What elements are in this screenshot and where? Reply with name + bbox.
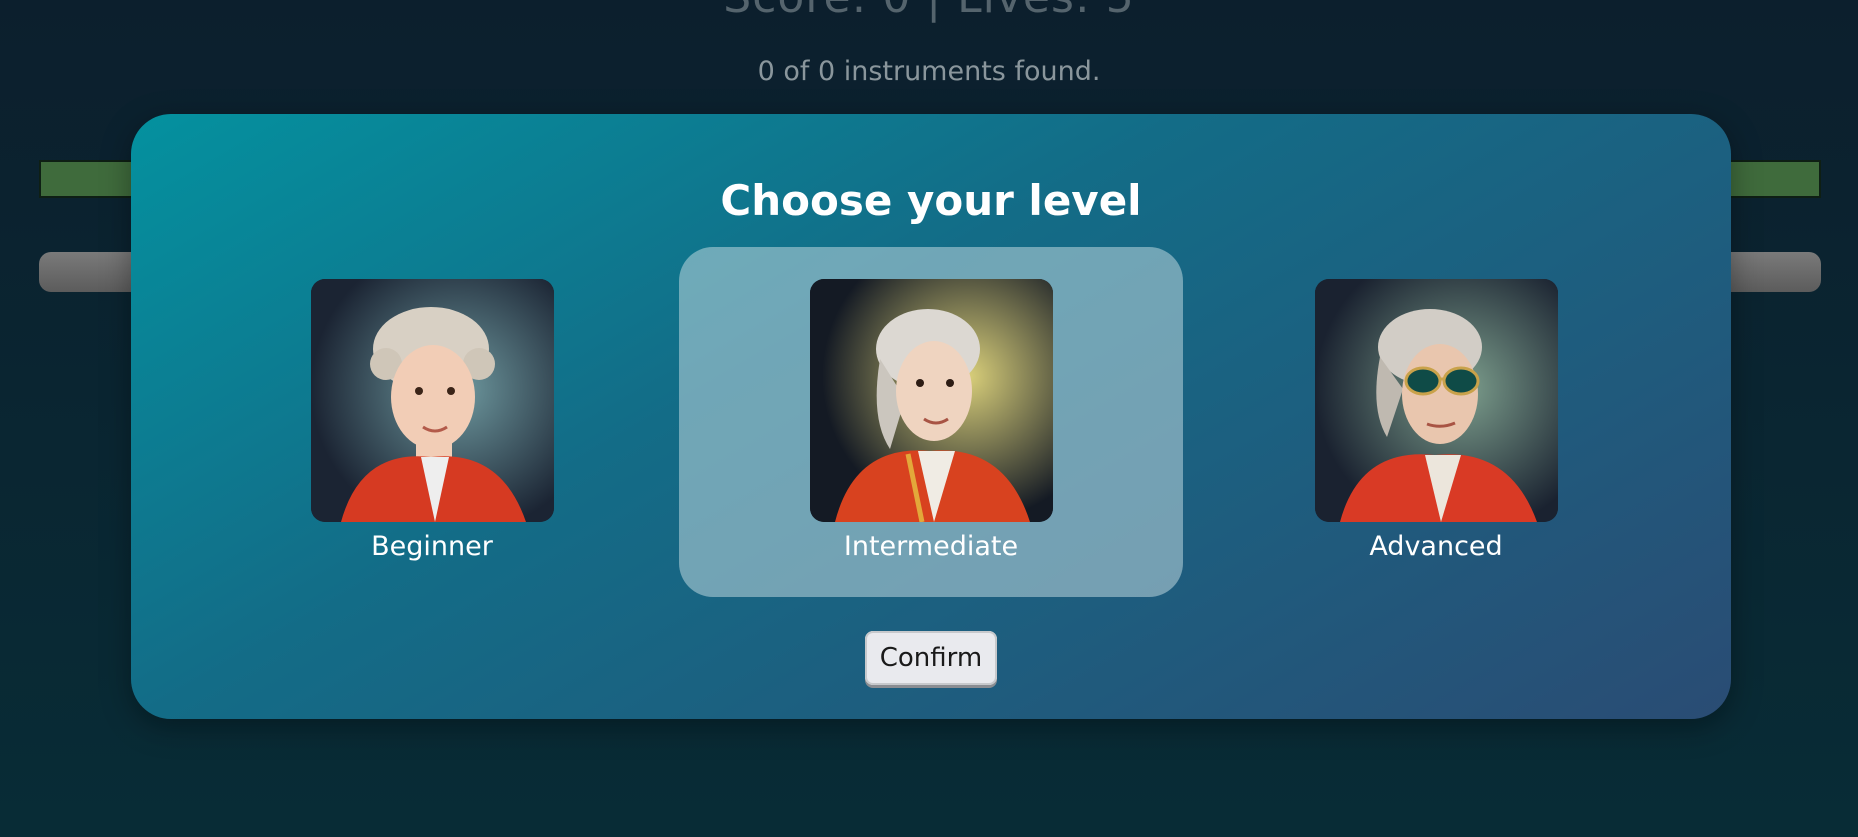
modal-title: Choose your level bbox=[720, 176, 1142, 225]
level-option-intermediate[interactable]: Intermediate bbox=[679, 247, 1183, 597]
level-option-advanced[interactable]: Advanced bbox=[1184, 247, 1688, 597]
level-select-modal: Choose your level Beginner Intermediate … bbox=[131, 114, 1731, 719]
instruments-found-status: 0 of 0 instruments found. bbox=[757, 56, 1101, 87]
confirm-button[interactable]: Confirm bbox=[865, 631, 997, 685]
score-lives-display: Score: 0 | Lives: 5 bbox=[0, 0, 1858, 23]
level-option-beginner[interactable]: Beginner bbox=[180, 247, 684, 597]
mozart-portrait-icon bbox=[810, 279, 1053, 522]
level-label-advanced: Advanced bbox=[1369, 531, 1503, 562]
level-label-intermediate: Intermediate bbox=[843, 531, 1019, 562]
level-label-beginner: Beginner bbox=[371, 531, 493, 562]
young-mozart-portrait-icon bbox=[311, 279, 554, 522]
mozart-sunglasses-portrait-icon bbox=[1315, 279, 1558, 522]
